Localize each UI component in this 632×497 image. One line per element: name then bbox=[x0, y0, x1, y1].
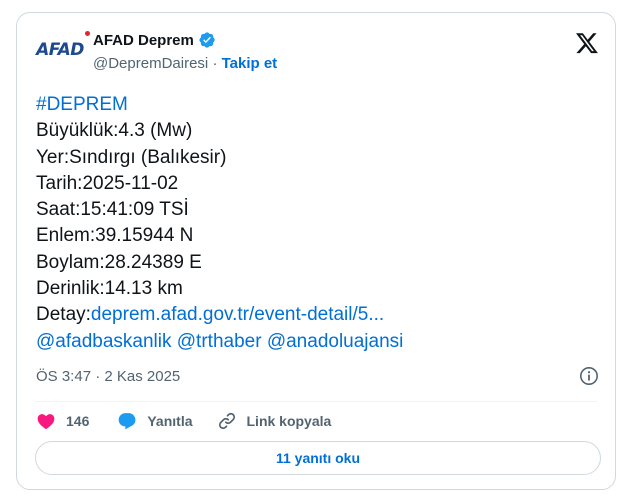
tweet-text: #DEPREM Büyüklük:4.3 (Mw) Yer:Sındırgı (… bbox=[36, 92, 403, 355]
copy-link-button[interactable]: Link kopyala bbox=[217, 411, 332, 431]
tweet-timestamp[interactable]: ÖS 3:47 · 2 Kas 2025 bbox=[36, 368, 180, 385]
reply-bubble-icon bbox=[119, 413, 136, 430]
date-line: Tarih:2025-11-02 bbox=[36, 172, 179, 194]
mentions-line: @afadbaskanlik @trthaber @anadoluajansi bbox=[36, 329, 403, 355]
avatar[interactable]: AFAD bbox=[35, 31, 90, 68]
like-button[interactable]: 146 bbox=[36, 411, 89, 431]
tweet-header: AFAD AFAD Deprem @DepremDairesi · Takip … bbox=[35, 27, 601, 77]
detail-prefix: Detay: bbox=[36, 304, 91, 326]
avatar-logo-text: AFAD bbox=[36, 40, 84, 60]
hashtag-link[interactable]: #DEPREM bbox=[36, 92, 403, 118]
tweet-card: AFAD AFAD Deprem @DepremDairesi · Takip … bbox=[16, 12, 616, 490]
magnitude-line: Büyüklük:4.3 (Mw) bbox=[36, 120, 193, 142]
latitude-line: Enlem:39.15944 N bbox=[36, 225, 194, 247]
location-line: Yer:Sındırgı (Balıkesir) bbox=[36, 146, 227, 168]
tweet-meta: ÖS 3:47 · 2 Kas 2025 bbox=[36, 366, 599, 388]
time-line: Saat:15:41:09 TSİ bbox=[36, 199, 189, 221]
detail-link[interactable]: deprem.afad.gov.tr/event-detail/5... bbox=[91, 304, 384, 325]
mention-anadoluajansi[interactable]: @anadoluajansi bbox=[267, 331, 404, 352]
author-name-row: AFAD Deprem bbox=[93, 31, 216, 49]
depth-line: Derinlik:14.13 km bbox=[36, 278, 183, 300]
longitude-line: Boylam:28.24389 E bbox=[36, 251, 202, 273]
copy-link-label: Link kopyala bbox=[246, 413, 332, 429]
reply-button[interactable]: Yanıtla bbox=[117, 411, 193, 431]
author-name[interactable]: AFAD Deprem bbox=[93, 32, 194, 49]
info-icon[interactable] bbox=[579, 366, 599, 386]
like-count: 146 bbox=[66, 413, 90, 429]
author-handle[interactable]: @DepremDairesi bbox=[93, 55, 208, 72]
handle-row: @DepremDairesi · Takip et bbox=[93, 55, 277, 72]
action-bar: 146 Yanıtla Link kopyala bbox=[36, 409, 331, 433]
follow-button[interactable]: Takip et bbox=[222, 55, 278, 72]
handle-separator: · bbox=[212, 55, 218, 72]
heart-icon bbox=[37, 414, 55, 429]
read-replies-button[interactable]: 11 yanıtı oku bbox=[35, 441, 601, 475]
divider bbox=[35, 401, 597, 402]
verified-badge-icon bbox=[199, 32, 215, 48]
mention-afadbaskanlik[interactable]: @afadbaskanlik bbox=[36, 331, 171, 352]
avatar-logo-dot bbox=[85, 31, 90, 36]
detail-line: Detay:deprem.afad.gov.tr/event-detail/5.… bbox=[36, 302, 403, 328]
mention-trthaber[interactable]: @trthaber bbox=[177, 331, 262, 352]
reply-label: Yanıtla bbox=[147, 413, 193, 429]
link-icon bbox=[218, 412, 235, 430]
x-logo-icon[interactable] bbox=[575, 31, 599, 55]
